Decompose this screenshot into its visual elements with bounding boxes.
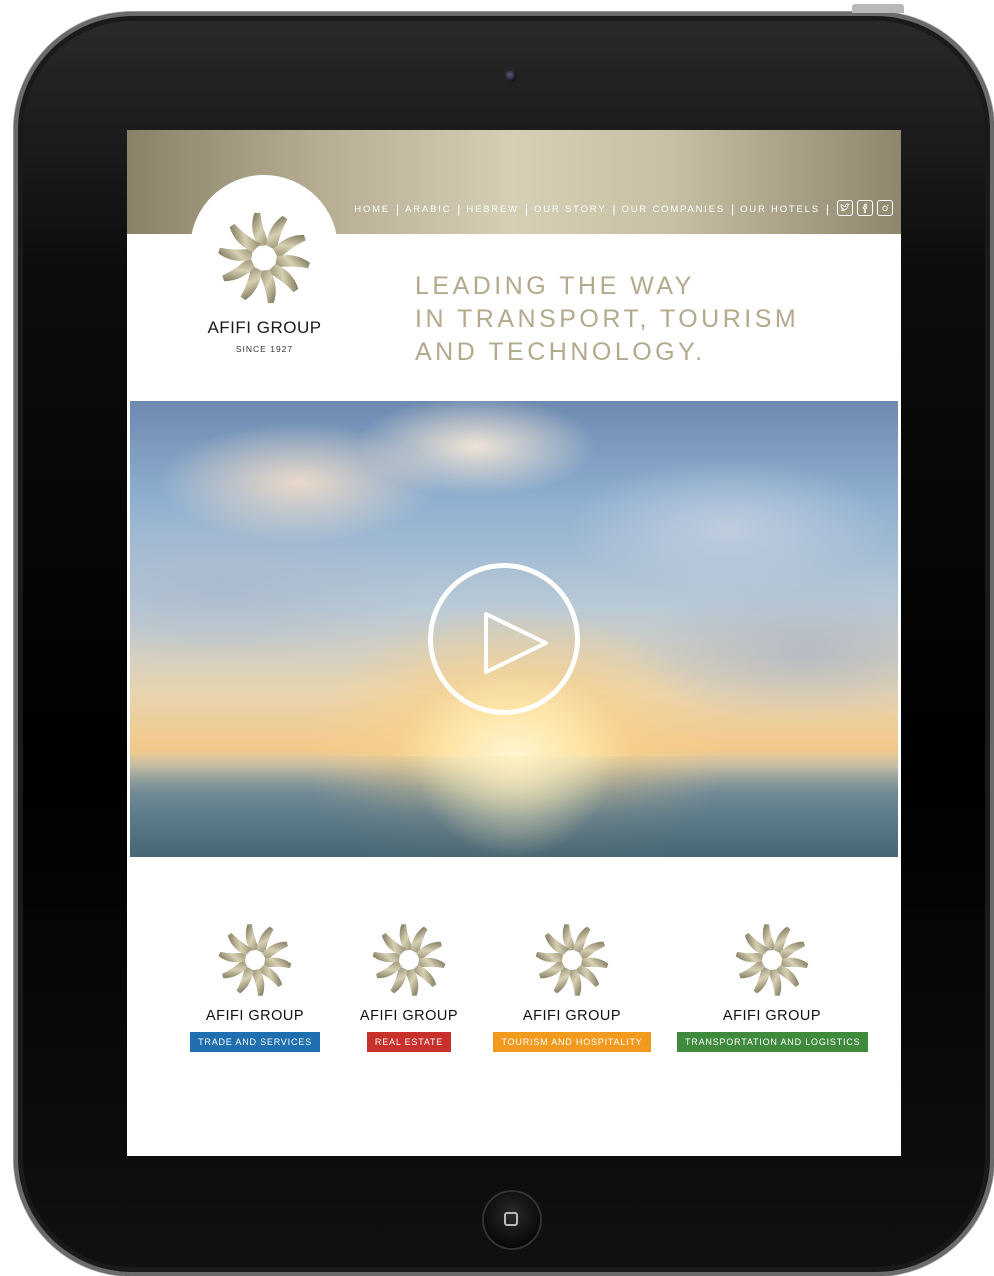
afifi-logo-icon	[372, 924, 446, 996]
afifi-logo-icon	[218, 212, 310, 304]
tagline-line-2: IN TRANSPORT, TOURISM	[415, 305, 800, 333]
nav-separator: |	[825, 202, 829, 216]
home-button[interactable]	[484, 1192, 540, 1248]
nav-our-story[interactable]: OUR STORY	[528, 204, 612, 215]
sun-reflection	[414, 756, 614, 857]
nav-arabic[interactable]: ARABIC	[399, 204, 457, 215]
home-square-icon	[504, 1212, 518, 1226]
hero-video[interactable]	[130, 401, 898, 857]
instagram-icon[interactable]	[877, 200, 893, 216]
division-real-estate[interactable]: REAL ESTATE	[366, 1032, 452, 1052]
power-button	[852, 4, 904, 13]
company-name: AFIFI GROUP	[522, 1008, 622, 1024]
nav-home[interactable]: HOME	[348, 204, 396, 215]
twitter-icon[interactable]	[837, 200, 853, 216]
brand-name: AFIFI GROUP	[207, 318, 322, 337]
play-button[interactable]	[428, 563, 580, 715]
division-trade-and-services[interactable]: TRADE AND SERVICES	[190, 1032, 320, 1052]
tagline-line-1: LEADING THE WAY	[415, 272, 695, 300]
afifi-logo-icon	[535, 924, 609, 996]
company-name: AFIFI GROUP	[722, 1008, 822, 1024]
hero-tagline: LEADING THE WAY IN TRANSPORT, TOURISM AN…	[415, 270, 799, 369]
nav-hebrew[interactable]: HEBREW	[460, 204, 525, 215]
company-card: AFIFI GROUP TOURISM AND HOSPITALITY	[491, 922, 653, 1052]
brand-since: SINCE 1927	[235, 344, 294, 354]
company-name: AFIFI GROUP	[205, 1008, 305, 1024]
facebook-icon[interactable]	[857, 200, 873, 216]
screen: HOME | ARABIC | HEBREW | OUR STORY | OUR…	[127, 130, 901, 1156]
play-icon	[484, 612, 548, 674]
camera-icon	[505, 70, 517, 82]
afifi-logo-icon	[735, 924, 809, 996]
division-tourism-and-hospitality[interactable]: TOURISM AND HOSPITALITY	[493, 1032, 651, 1052]
main-nav: HOME | ARABIC | HEBREW | OUR STORY | OUR…	[348, 202, 829, 216]
afifi-logo-icon	[218, 924, 292, 996]
company-card: AFIFI GROUP TRADE AND SERVICES	[185, 922, 325, 1052]
company-card: AFIFI GROUP REAL ESTATE	[349, 922, 469, 1052]
social-links	[837, 200, 893, 216]
company-card: AFIFI GROUP TRANSPORTATION AND LOGISTICS	[677, 922, 869, 1052]
tagline-line-3: AND TECHNOLOGY.	[415, 338, 706, 366]
nav-our-companies[interactable]: OUR COMPANIES	[616, 204, 731, 215]
company-name: AFIFI GROUP	[359, 1008, 459, 1024]
division-transportation-and-logistics[interactable]: TRANSPORTATION AND LOGISTICS	[677, 1032, 869, 1052]
nav-our-hotels[interactable]: OUR HOTELS	[734, 204, 826, 215]
